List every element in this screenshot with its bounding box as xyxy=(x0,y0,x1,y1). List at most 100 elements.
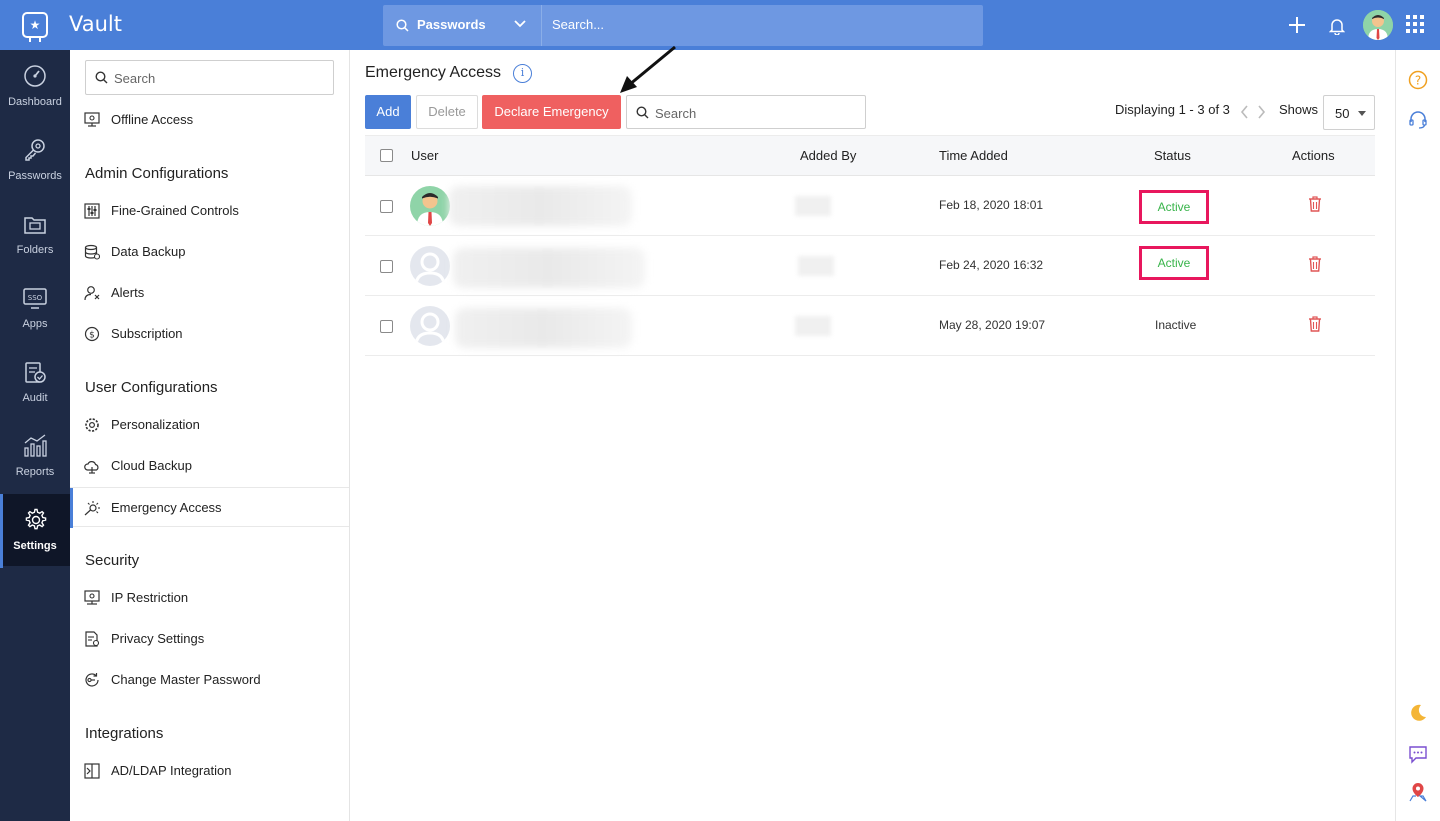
row-checkbox[interactable] xyxy=(380,200,393,213)
nav-dashboard[interactable]: Dashboard xyxy=(0,50,70,122)
panel-item-label: Fine-Grained Controls xyxy=(111,203,239,218)
paging-info: Displaying 1 - 3 of 3 xyxy=(1115,102,1230,117)
chevron-right-icon[interactable] xyxy=(1257,105,1266,119)
folder-icon xyxy=(24,217,46,234)
svg-text:$: $ xyxy=(89,331,95,341)
search-icon xyxy=(636,106,649,119)
shows-label: Shows xyxy=(1279,102,1319,117)
moon-icon[interactable] xyxy=(1408,703,1428,723)
time-added: May 28, 2020 19:07 xyxy=(939,318,1046,332)
info-icon[interactable]: i xyxy=(513,64,532,83)
trash-icon[interactable] xyxy=(1308,256,1322,272)
chevron-left-icon[interactable] xyxy=(1240,105,1249,119)
sso-icon: SSO xyxy=(23,288,47,309)
main-content: Emergency Access i Add Delete Declare Em… xyxy=(350,45,1395,821)
nav-label: Reports xyxy=(15,466,55,478)
bell-icon[interactable] xyxy=(1329,17,1345,35)
nav-label: Audit xyxy=(22,392,48,404)
add-button[interactable]: Add xyxy=(365,95,411,129)
column-status: Status xyxy=(1154,148,1191,163)
status-badge: Active xyxy=(1139,190,1209,224)
panel-item-emergency-access[interactable]: Emergency Access xyxy=(70,487,349,528)
app-grid-icon[interactable] xyxy=(1406,15,1424,33)
nav-audit[interactable]: Audit xyxy=(0,346,70,418)
trash-icon[interactable] xyxy=(1308,196,1322,212)
nav-apps[interactable]: SSO Apps xyxy=(0,272,70,344)
panel-item-ad-ldap-integration[interactable]: AD/LDAP Integration xyxy=(70,751,349,791)
panel-item-fine-grained-controls[interactable]: Fine-Grained Controls xyxy=(70,191,349,231)
row-checkbox[interactable] xyxy=(380,260,393,273)
panel-search-placeholder: Search xyxy=(114,71,156,86)
search-icon xyxy=(95,71,108,84)
panel-item-label: Offline Access xyxy=(111,112,194,127)
global-search-input[interactable]: Search... xyxy=(552,17,604,32)
chat-icon[interactable] xyxy=(1408,744,1428,764)
blurred-user-name xyxy=(449,186,632,226)
document-settings-icon xyxy=(85,631,100,647)
panel-item-subscription[interactable]: $ Subscription xyxy=(70,314,349,354)
nav-label: Apps xyxy=(22,318,48,330)
headset-icon[interactable] xyxy=(1408,110,1428,130)
emergency-icon xyxy=(84,501,100,516)
declare-emergency-button[interactable]: Declare Emergency xyxy=(482,95,621,129)
key-refresh-icon xyxy=(85,673,99,687)
help-icon[interactable]: ? xyxy=(1408,70,1428,90)
per-page-value: 50 xyxy=(1335,106,1350,121)
table-row: Feb 24, 2020 16:32 Active xyxy=(365,236,1375,296)
table-search-placeholder: Search xyxy=(655,106,697,121)
avatar[interactable] xyxy=(1363,10,1393,40)
vault-logo-icon[interactable]: ★ xyxy=(22,12,48,42)
arrow-annotation-icon xyxy=(620,45,676,93)
panel-item-offline-access[interactable]: Offline Access xyxy=(70,100,349,140)
panel-item-cloud-backup[interactable]: Cloud Backup xyxy=(70,446,349,486)
search-scope-dropdown[interactable]: Passwords xyxy=(383,5,542,46)
global-search: Passwords Search... xyxy=(383,5,983,46)
time-added: Feb 24, 2020 16:32 xyxy=(939,258,1044,272)
nav-passwords[interactable]: Passwords xyxy=(0,124,70,196)
delete-button[interactable]: Delete xyxy=(416,95,478,129)
key-icon xyxy=(25,139,45,161)
database-icon xyxy=(84,244,100,260)
caret-down-icon xyxy=(1358,111,1366,116)
panel-item-alerts[interactable]: Alerts xyxy=(70,273,349,313)
column-time-added[interactable]: Time Added xyxy=(939,148,1008,163)
search-icon xyxy=(396,19,409,32)
app-title: Vault xyxy=(69,12,122,36)
table-search-input[interactable]: Search xyxy=(626,95,866,129)
location-pin-icon[interactable] xyxy=(1408,782,1428,802)
section-security: Security xyxy=(85,552,140,569)
chevron-down-icon xyxy=(514,20,526,28)
select-all-checkbox[interactable] xyxy=(380,149,393,162)
gear-icon xyxy=(85,418,99,432)
cloud-icon xyxy=(84,461,99,474)
table-row: May 28, 2020 19:07 Inactive xyxy=(365,296,1375,356)
panel-item-personalization[interactable]: Personalization xyxy=(70,405,349,445)
plus-icon[interactable] xyxy=(1288,16,1306,34)
panel-item-label: AD/LDAP Integration xyxy=(111,763,232,778)
panel-item-ip-restriction[interactable]: IP Restriction xyxy=(70,578,349,618)
top-bar: ★ Vault Passwords Search... xyxy=(0,0,1440,50)
sliders-icon xyxy=(84,203,100,219)
panel-search-input[interactable]: Search xyxy=(85,60,334,95)
nav-settings[interactable]: Settings xyxy=(0,494,70,568)
section-integrations: Integrations xyxy=(85,725,164,742)
nav-reports[interactable]: Reports xyxy=(0,420,70,492)
trash-icon[interactable] xyxy=(1308,316,1322,332)
status-text: Inactive xyxy=(1155,318,1197,332)
table-row: Feb 18, 2020 18:01 Active xyxy=(365,176,1375,236)
panel-item-change-master-password[interactable]: Change Master Password xyxy=(70,660,349,700)
nav-folders[interactable]: Folders xyxy=(0,198,70,270)
column-added-by[interactable]: Added By xyxy=(800,148,856,163)
nav-label: Settings xyxy=(13,540,57,552)
search-scope-label: Passwords xyxy=(417,17,486,32)
panel-item-privacy-settings[interactable]: Privacy Settings xyxy=(70,619,349,659)
column-user[interactable]: User xyxy=(411,148,438,163)
section-admin-configurations: Admin Configurations xyxy=(85,165,229,182)
blurred-added-by xyxy=(798,256,834,276)
status-badge: Active xyxy=(1139,246,1209,280)
page-title: Emergency Access xyxy=(365,64,502,81)
monitor-icon xyxy=(84,112,100,127)
panel-item-data-backup[interactable]: Data Backup xyxy=(70,232,349,272)
per-page-select[interactable]: 50 xyxy=(1323,95,1375,130)
row-checkbox[interactable] xyxy=(380,320,393,333)
